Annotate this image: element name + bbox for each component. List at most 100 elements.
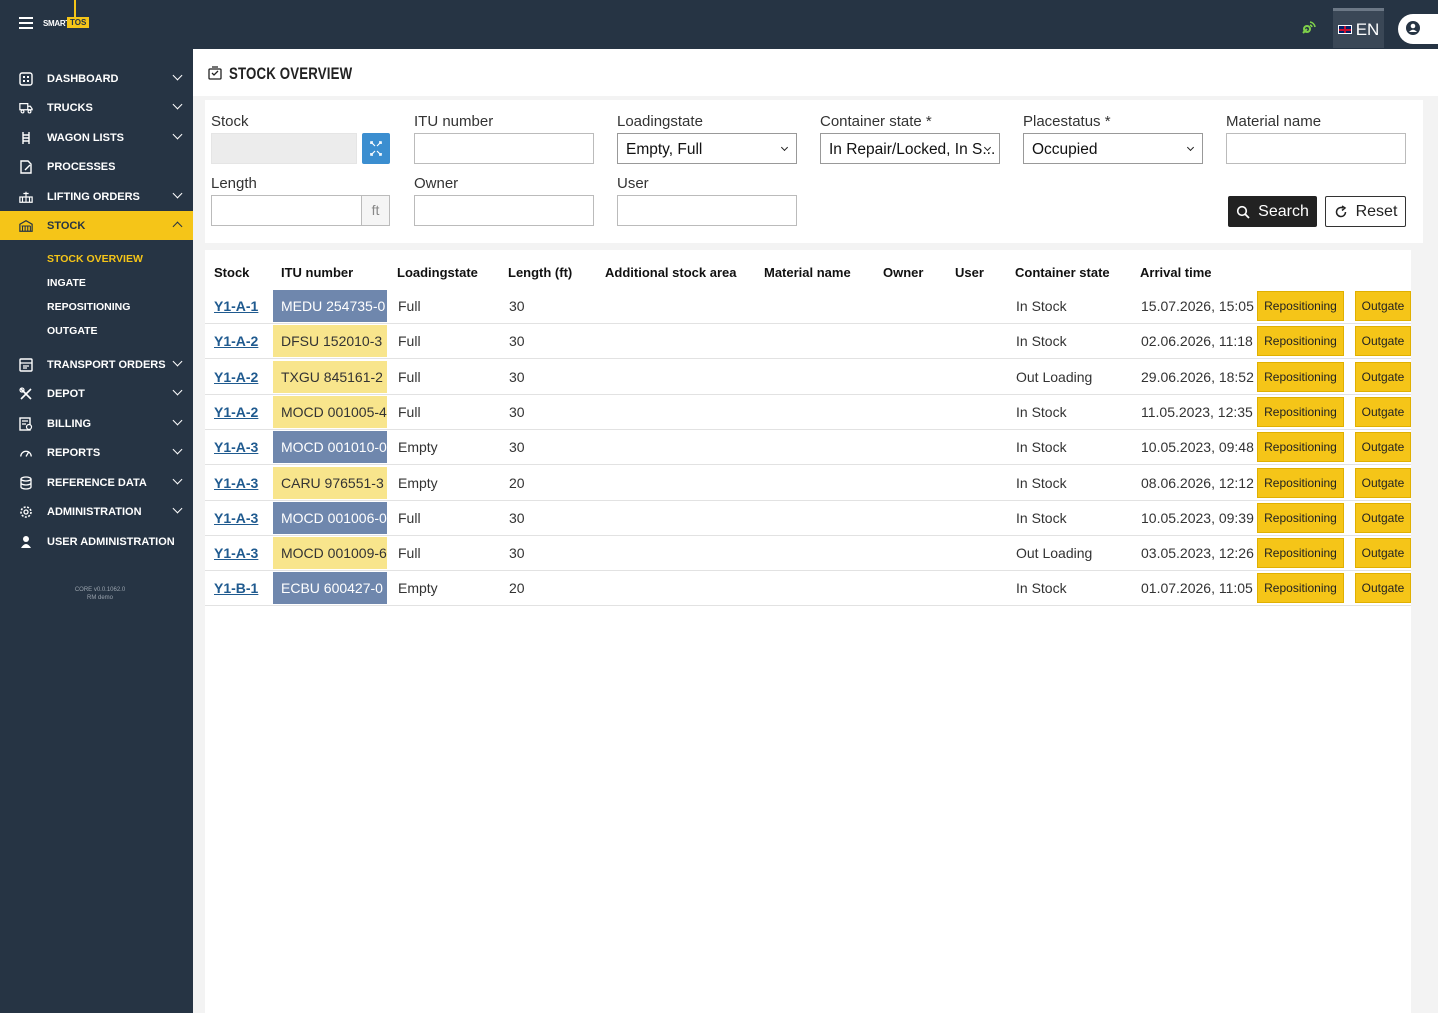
outgate-button[interactable]: Outgate bbox=[1355, 467, 1411, 498]
repositioning-button[interactable]: Repositioning bbox=[1257, 361, 1344, 392]
search-button[interactable]: Search bbox=[1228, 196, 1317, 227]
sidebar-item-administration[interactable]: ADMINISTRATION bbox=[0, 497, 193, 526]
column-header-loadingstate[interactable]: Loadingstate bbox=[397, 265, 478, 280]
outgate-button[interactable]: Outgate bbox=[1355, 291, 1411, 321]
loadingstate-select[interactable]: Empty, Full bbox=[617, 133, 797, 164]
repositioning-button[interactable]: Repositioning bbox=[1257, 467, 1344, 498]
sidebar-item-lifting-orders[interactable]: LIFTING ORDERS bbox=[0, 182, 193, 211]
language-selector[interactable]: EN bbox=[1333, 8, 1384, 48]
container-state-select[interactable]: In Repair/Locked, In S... bbox=[820, 133, 1000, 164]
sidebar-subitem-ingate[interactable]: INGATE bbox=[47, 277, 86, 289]
outgate-button[interactable]: Outgate bbox=[1355, 326, 1411, 357]
itu-number-cell: MOCD 001010-0 bbox=[273, 431, 387, 464]
itu-number-cell: MOCD 001005-4 bbox=[273, 395, 387, 428]
sidebar-subitem-repositioning[interactable]: REPOSITIONING bbox=[47, 301, 130, 313]
arrival-time-cell: 10.05.2023, 09:39 bbox=[1141, 509, 1254, 526]
sidebar-item-wagon-lists[interactable]: WAGON LISTS bbox=[0, 123, 193, 152]
placestatus-select[interactable]: Occupied bbox=[1023, 133, 1203, 164]
sidebar-subitem-stock-overview[interactable]: STOCK OVERVIEW bbox=[47, 253, 143, 265]
column-header-user[interactable]: User bbox=[955, 265, 984, 280]
placestatus-label: Placestatus * bbox=[1023, 113, 1111, 130]
reset-button[interactable]: Reset bbox=[1325, 196, 1406, 227]
length-cell: 30 bbox=[509, 403, 525, 420]
expand-icon bbox=[370, 141, 382, 156]
outgate-button[interactable]: Outgate bbox=[1355, 361, 1411, 392]
container-state-cell: In Stock bbox=[1016, 509, 1067, 526]
connection-status-icon[interactable] bbox=[1299, 19, 1317, 37]
uk-flag-icon bbox=[1337, 25, 1352, 34]
stock-location-link[interactable]: Y1-A-2 bbox=[214, 369, 258, 385]
outgate-button[interactable]: Outgate bbox=[1355, 502, 1411, 533]
menu-icon[interactable] bbox=[19, 17, 33, 29]
length-label: Length bbox=[211, 175, 257, 192]
column-header-additional-stock-area[interactable]: Additional stock area bbox=[605, 265, 736, 280]
column-header-arrival-time[interactable]: Arrival time bbox=[1140, 265, 1212, 280]
process-icon bbox=[19, 159, 33, 174]
outgate-button[interactable]: Outgate bbox=[1355, 396, 1411, 427]
length-cell: 30 bbox=[509, 298, 525, 314]
arrival-time-cell: 10.05.2023, 09:48 bbox=[1141, 439, 1254, 456]
stock-location-link[interactable]: Y1-B-1 bbox=[214, 580, 258, 596]
itu-number-cell: CARU 976551-3 bbox=[273, 466, 387, 499]
itu-number-cell: ECBU 600427-0 bbox=[273, 572, 387, 605]
sidebar-item-reference-data[interactable]: REFERENCE DATA bbox=[0, 468, 193, 497]
owner-input[interactable] bbox=[414, 195, 594, 226]
sidebar-item-depot[interactable]: DEPOT bbox=[0, 379, 193, 408]
user-input[interactable] bbox=[617, 195, 797, 226]
stock-location-link[interactable]: Y1-A-2 bbox=[214, 404, 258, 420]
stock-location-link[interactable]: Y1-A-3 bbox=[214, 475, 258, 491]
repositioning-button[interactable]: Repositioning bbox=[1257, 538, 1344, 569]
column-header-container-state[interactable]: Container state bbox=[1015, 265, 1110, 280]
repositioning-button[interactable]: Repositioning bbox=[1257, 432, 1344, 463]
column-header-stock[interactable]: Stock bbox=[214, 265, 249, 280]
outgate-button[interactable]: Outgate bbox=[1355, 538, 1411, 569]
container-state-cell: In Stock bbox=[1016, 580, 1067, 597]
itu-number-cell: MOCD 001006-0 bbox=[273, 501, 387, 534]
outgate-button[interactable]: Outgate bbox=[1355, 573, 1411, 604]
itu-number-input[interactable] bbox=[414, 133, 594, 164]
repositioning-button[interactable]: Repositioning bbox=[1257, 502, 1344, 533]
chevron-down-icon bbox=[172, 474, 183, 485]
container-state-cell: Out Loading bbox=[1016, 545, 1093, 562]
repositioning-button[interactable]: Repositioning bbox=[1257, 396, 1344, 427]
outgate-button[interactable]: Outgate bbox=[1355, 432, 1411, 463]
dashboard-icon bbox=[19, 71, 33, 86]
loadingstate-cell: Empty bbox=[398, 439, 438, 456]
stock-input[interactable] bbox=[211, 133, 357, 164]
sidebar-item-processes[interactable]: PROCESSES bbox=[0, 152, 193, 181]
repositioning-button[interactable]: Repositioning bbox=[1257, 326, 1344, 357]
sidebar-item-stock[interactable]: STOCK bbox=[0, 211, 193, 240]
repositioning-button[interactable]: Repositioning bbox=[1257, 573, 1344, 604]
container-state-cell: In Stock bbox=[1016, 298, 1067, 314]
sidebar-item-transport-orders[interactable]: TRANSPORT ORDERS bbox=[0, 350, 193, 379]
expand-stock-button[interactable] bbox=[362, 133, 390, 164]
loadingstate-cell: Full bbox=[398, 298, 421, 314]
user-menu-button[interactable] bbox=[1398, 14, 1438, 44]
itu-number-cell: MOCD 001009-6 bbox=[273, 537, 387, 570]
chevron-up-icon bbox=[172, 221, 183, 232]
stock-location-link[interactable]: Y1-A-3 bbox=[214, 545, 258, 561]
chevron-down-icon bbox=[172, 99, 183, 110]
stock-location-link[interactable]: Y1-A-1 bbox=[214, 298, 258, 314]
owner-label: Owner bbox=[414, 175, 459, 192]
stock-location-link[interactable]: Y1-A-2 bbox=[214, 333, 258, 349]
sidebar-item-billing[interactable]: BILLING bbox=[0, 409, 193, 438]
column-header-itu-number[interactable]: ITU number bbox=[281, 265, 353, 280]
material-name-input[interactable] bbox=[1226, 133, 1406, 164]
column-header-material-name[interactable]: Material name bbox=[764, 265, 851, 280]
sidebar-item-dashboard[interactable]: DASHBOARD bbox=[0, 64, 193, 93]
column-header-length[interactable]: Length (ft) bbox=[508, 265, 572, 280]
database-icon bbox=[19, 475, 33, 490]
repositioning-button[interactable]: Repositioning bbox=[1257, 291, 1344, 321]
arrival-time-cell: 15.07.2026, 15:05 bbox=[1141, 298, 1254, 314]
sidebar-subitem-outgate[interactable]: OUTGATE bbox=[47, 325, 98, 337]
sidebar-item-user-administration[interactable]: USER ADMINISTRATION bbox=[0, 527, 193, 556]
stock-location-link[interactable]: Y1-A-3 bbox=[214, 510, 258, 526]
stock-label: Stock bbox=[211, 113, 249, 130]
stock-location-link[interactable]: Y1-A-3 bbox=[214, 439, 258, 455]
column-header-owner[interactable]: Owner bbox=[883, 265, 923, 280]
table-row: Y1-A-3 MOCD 001006-0 Full 30 In Stock 10.05.2… bbox=[205, 501, 1411, 536]
sidebar-item-reports[interactable]: REPORTS bbox=[0, 438, 193, 467]
length-input[interactable] bbox=[211, 195, 362, 226]
sidebar-item-trucks[interactable]: TRUCKS bbox=[0, 93, 193, 122]
